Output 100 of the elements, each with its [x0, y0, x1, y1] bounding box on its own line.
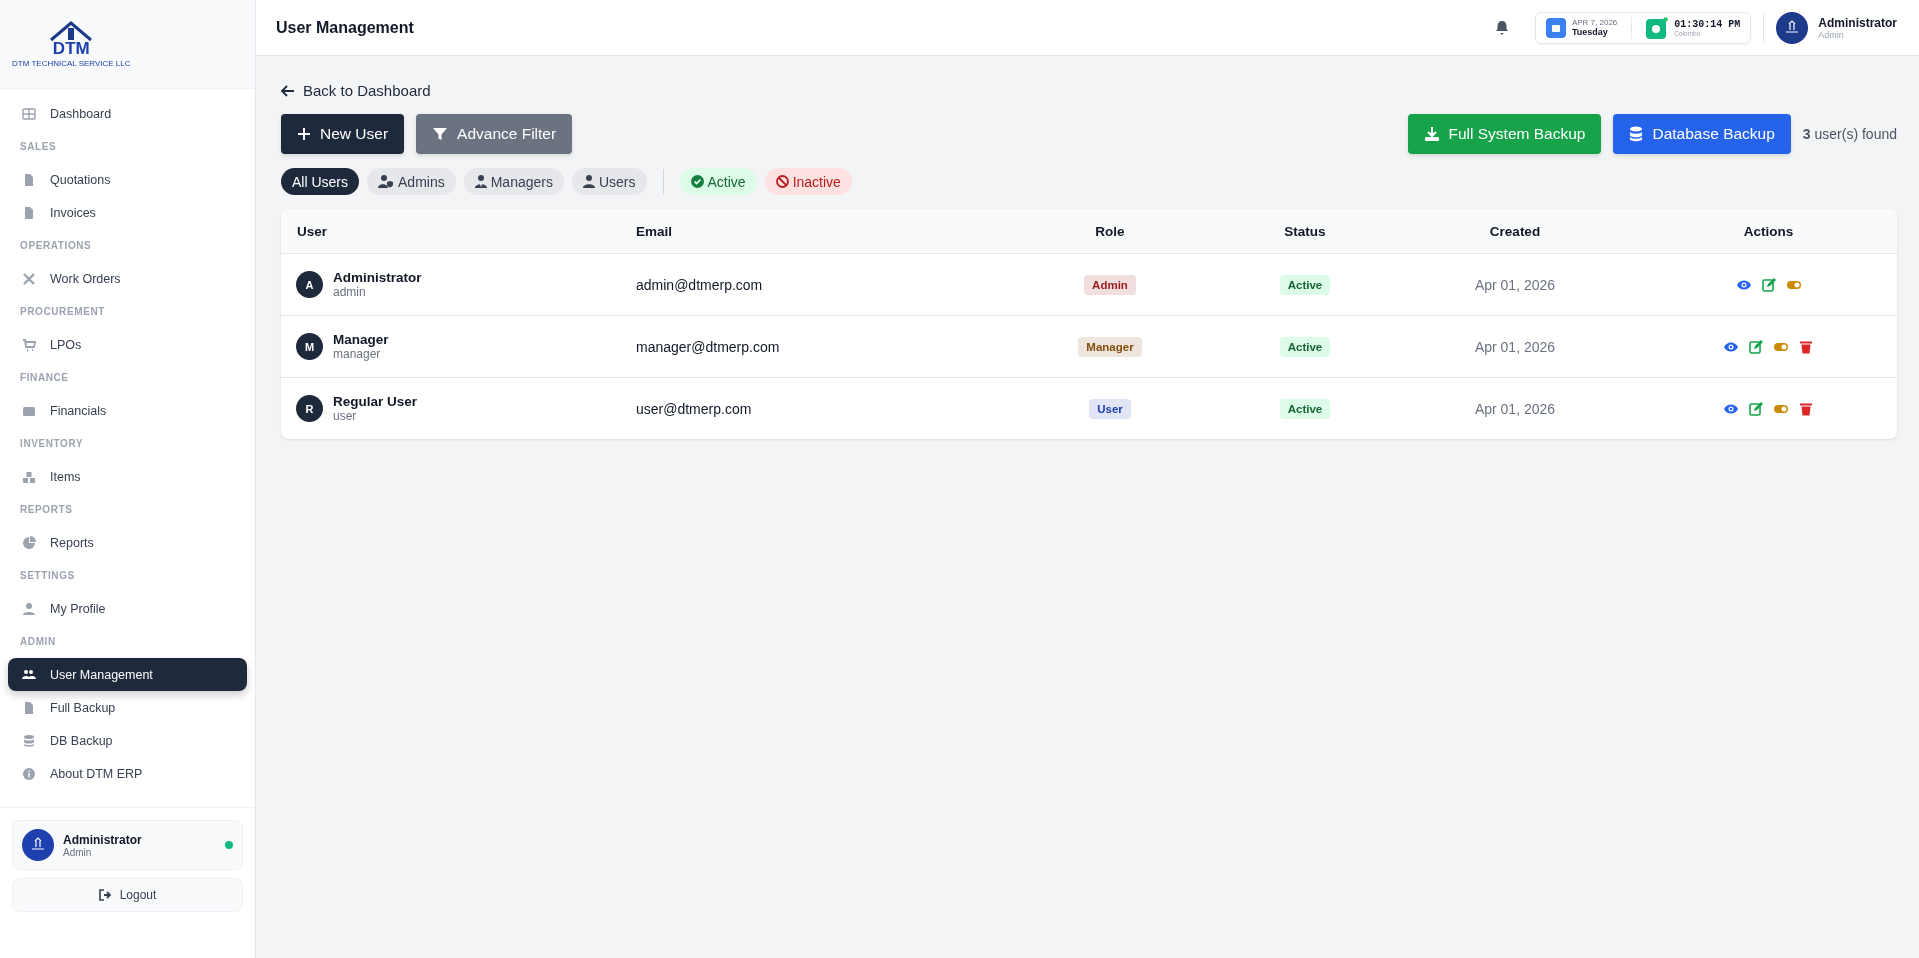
user-name: Administrator: [63, 832, 143, 847]
user-name: Administrator: [333, 270, 422, 285]
sidebar-item[interactable]: LPOs: [8, 328, 247, 361]
sidebar-item[interactable]: User Management: [8, 658, 247, 691]
email-text: user@dtmerp.com: [636, 400, 752, 417]
nav-section-label: OPERATIONS: [19, 239, 93, 253]
nav-section-label: ADMIN: [19, 635, 57, 649]
logout-button[interactable]: Logout: [12, 878, 243, 912]
notification-bell-icon[interactable]: [1494, 20, 1509, 35]
user-initial-avatar: R: [296, 395, 323, 422]
sidebar-item[interactable]: Reports: [8, 526, 247, 559]
user-role: Admin: [63, 846, 93, 858]
sidebar-item[interactable]: Work Orders: [8, 262, 247, 295]
column-header: Status: [1283, 223, 1327, 239]
username: manager: [333, 347, 382, 361]
created-date: Apr 01, 2026: [1474, 338, 1556, 355]
document-icon: [22, 172, 36, 187]
cart-icon: [22, 337, 36, 352]
user-name: Regular User: [333, 394, 418, 409]
sidebar-item[interactable]: Invoices: [8, 196, 247, 229]
edit-icon[interactable]: [1761, 277, 1776, 292]
plus-icon: [297, 127, 311, 141]
advance-filter-button[interactable]: Advance Filter: [416, 114, 573, 154]
nav-section-label: FINANCE: [19, 371, 70, 385]
column-header: Actions: [1742, 223, 1795, 239]
clock-time: 01:30:14 PM: [1674, 18, 1741, 30]
user-initial-avatar: A: [296, 271, 323, 298]
filter-chip[interactable]: Admins: [367, 168, 456, 195]
result-count: 3 user(s) found: [1802, 126, 1897, 142]
sidebar-item[interactable]: About DTM ERP: [8, 757, 247, 790]
day-text: Tuesday: [1571, 27, 1609, 37]
user-tie-icon: [474, 175, 487, 188]
sidebar-item[interactable]: DB Backup: [8, 724, 247, 757]
logo-house-icon: [49, 20, 94, 42]
check-circle-icon: [690, 175, 704, 188]
user-initial-avatar: M: [296, 333, 323, 360]
sidebar-item[interactable]: My Profile: [8, 592, 247, 625]
person-icon: [582, 175, 595, 188]
user-name: Manager: [333, 332, 389, 347]
nav-section-label: SETTINGS: [19, 569, 76, 583]
user-shield-icon: [378, 175, 394, 188]
edit-icon[interactable]: [1749, 339, 1763, 354]
filter-chip[interactable]: All Users: [281, 168, 359, 195]
nav-section-label: REPORTS: [19, 503, 74, 517]
logo-text: DTM: [52, 42, 90, 56]
sidebar-item[interactable]: Full Backup: [8, 691, 247, 724]
new-user-button[interactable]: New User: [281, 114, 405, 154]
role-badge: Admin: [1084, 274, 1136, 295]
filter-chip[interactable]: Active: [679, 168, 757, 195]
ban-icon: [775, 175, 789, 188]
sidebar-item[interactable]: Quotations: [8, 163, 247, 196]
database-icon: [1629, 126, 1644, 142]
delete-icon[interactable]: [1799, 401, 1813, 416]
user-role: Admin: [1818, 29, 1845, 40]
filter-chip[interactable]: Users: [571, 168, 647, 195]
avatar-icon[interactable]: [1776, 11, 1809, 44]
person-icon: [22, 601, 36, 616]
delete-icon[interactable]: [1799, 339, 1813, 354]
column-header: Email: [635, 223, 674, 239]
back-link[interactable]: Back to Dashboard: [281, 82, 431, 99]
created-date: Apr 01, 2026: [1474, 400, 1556, 417]
document-icon: [22, 205, 36, 220]
sidebar-item[interactable]: Items: [8, 460, 247, 493]
arrow-left-icon: [281, 84, 295, 97]
sidebar-item[interactable]: Dashboard: [8, 97, 247, 130]
column-header: Created: [1488, 223, 1542, 239]
avatar-icon: [22, 829, 54, 861]
username: admin: [333, 285, 367, 299]
grid-icon: [22, 106, 36, 121]
status-badge: Active: [1279, 336, 1331, 357]
database-icon: [22, 733, 36, 748]
document-icon: [22, 700, 36, 715]
database-backup-button[interactable]: Database Backup: [1613, 114, 1791, 154]
filter-chip[interactable]: Managers: [463, 168, 564, 195]
pie-chart-icon: [22, 535, 36, 550]
username: user: [333, 409, 358, 423]
nav-section-label: PROCUREMENT: [19, 305, 106, 319]
nav-section-label: INVENTORY: [19, 437, 85, 451]
calendar-icon: [1545, 17, 1566, 38]
status-badge: Active: [1279, 274, 1331, 295]
clock-icon: [1646, 16, 1669, 39]
email-text: admin@dtmerp.com: [636, 276, 763, 293]
people-icon: [22, 667, 36, 682]
sidebar-item[interactable]: Financials: [8, 394, 247, 427]
page-title: User Management: [276, 18, 414, 37]
status-badge: Active: [1279, 398, 1331, 419]
boxes-icon: [22, 469, 36, 484]
logo-caption: DTM TECHNICAL SERVICE LLC: [12, 59, 131, 68]
column-header: User: [296, 223, 329, 239]
download-icon: [1423, 126, 1440, 142]
email-text: manager@dtmerp.com: [636, 338, 780, 355]
column-header: Role: [1094, 223, 1126, 239]
filter-icon: [432, 126, 449, 142]
role-badge: Manager: [1078, 336, 1142, 357]
user-name: Administrator: [1818, 15, 1897, 30]
logout-icon: [98, 889, 112, 901]
role-badge: User: [1089, 398, 1131, 419]
info-icon: [22, 766, 36, 781]
edit-icon[interactable]: [1749, 401, 1763, 416]
date-text: APR 7, 2026: [1571, 18, 1618, 27]
